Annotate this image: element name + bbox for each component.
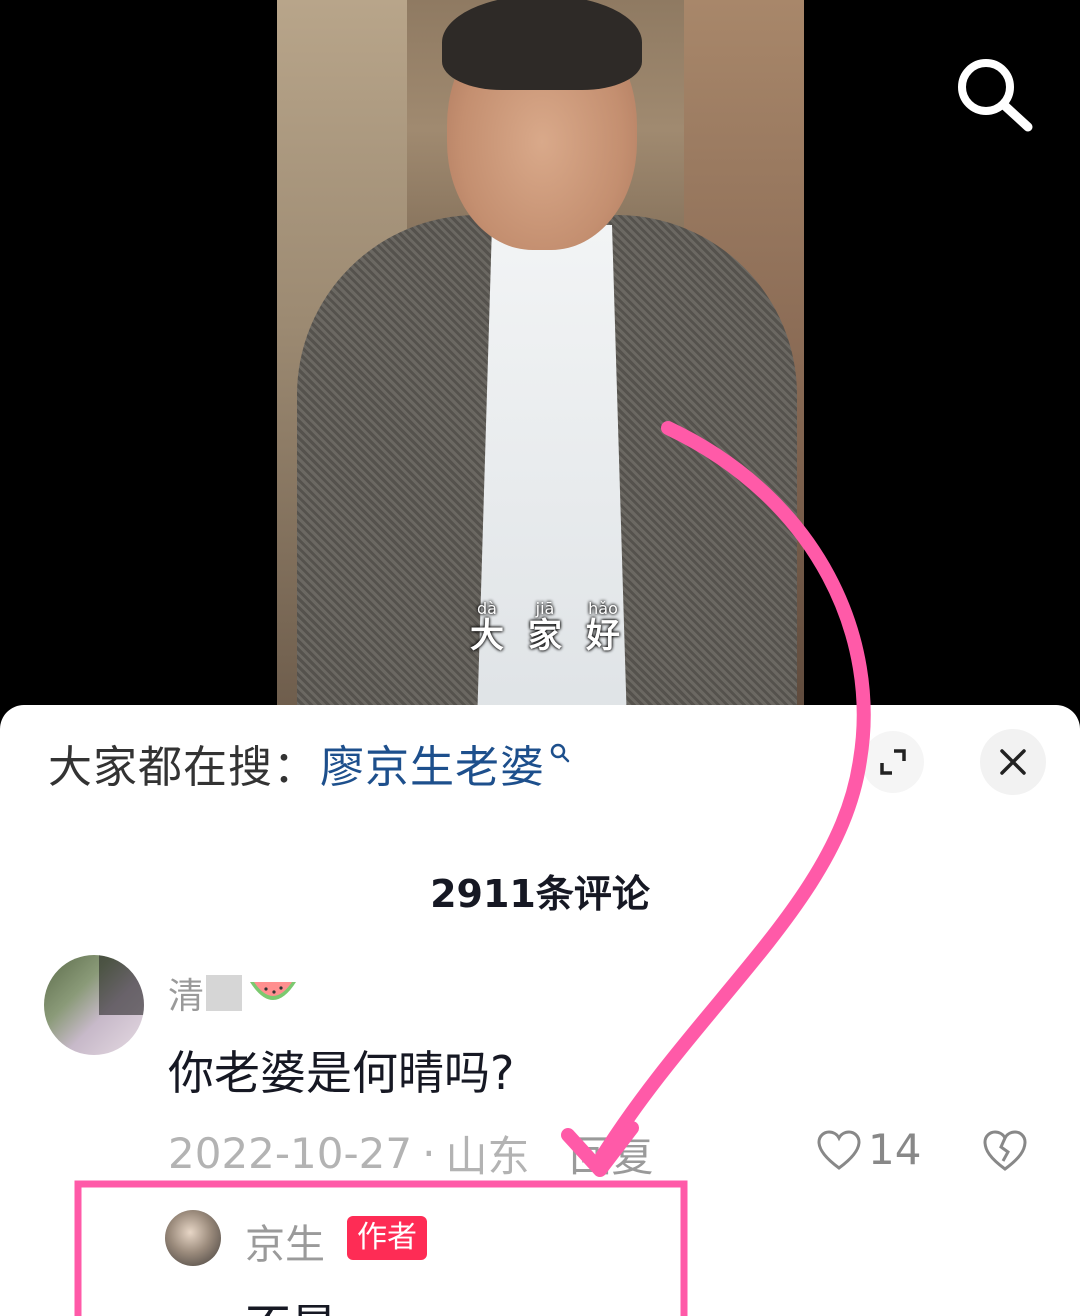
search-icon — [958, 59, 1033, 132]
comment-username-text: 清 — [168, 976, 205, 1017]
subtitle-char: dà 大 — [470, 599, 504, 656]
avatar[interactable] — [165, 1210, 221, 1266]
close-button[interactable] — [980, 729, 1046, 795]
hot-search-prefix: 大家都在搜： — [48, 742, 318, 793]
subtitle-pinyin: jiā — [535, 599, 555, 618]
author-badge: 作者 — [347, 1216, 427, 1260]
close-icon — [1000, 749, 1026, 775]
subtitle-hanzi: 大 — [470, 616, 504, 656]
reply-item: 京生 作者 不是 — [165, 1210, 865, 1316]
avatar[interactable] — [44, 955, 144, 1055]
comment-text: 你老婆是何晴吗? — [168, 1046, 515, 1100]
subtitle-pinyin: hǎo — [588, 599, 618, 618]
reply-username[interactable]: 京生 — [245, 1212, 325, 1270]
subtitle-hanzi: 好 — [586, 616, 620, 656]
comment-sheet: 大家都在搜： 廖京生老婆 2911条评论 清 你老婆是何晴吗? 2022-10-… — [0, 705, 1080, 1316]
hot-search-bar[interactable]: 大家都在搜： 廖京生老婆 — [48, 733, 571, 793]
like-count: 14 — [868, 1125, 922, 1174]
username-redaction — [206, 975, 243, 1011]
heart-icon — [817, 1129, 861, 1170]
video-person-hair — [442, 0, 642, 90]
avatar-mosaic — [99, 955, 144, 1015]
expand-icon — [880, 749, 906, 775]
comment-meta: 2022-10-27 · 山东 回复 — [168, 1123, 653, 1184]
reply-text: 不是 — [245, 1290, 337, 1316]
like-button[interactable]: 14 — [816, 1125, 921, 1174]
comment-location: 山东 — [445, 1132, 530, 1181]
comment-date: 2022-10-27 — [168, 1129, 413, 1178]
hot-search-keyword[interactable]: 廖京生老婆 — [320, 731, 545, 795]
watermelon-icon — [250, 982, 297, 1000]
comment-count: 2911条评论 — [430, 872, 650, 916]
meta-separator: · — [422, 1129, 436, 1178]
search-icon — [550, 743, 570, 763]
expand-button[interactable] — [862, 731, 924, 793]
subtitle-pinyin: dà — [477, 599, 497, 618]
video-player[interactable]: dà 大 jiā 家 hǎo 好 — [0, 0, 1080, 720]
reply-button[interactable]: 回复 — [569, 1123, 653, 1184]
subtitle-char: hǎo 好 — [586, 599, 620, 656]
subtitle-char: jiā 家 — [528, 599, 562, 656]
comment-username[interactable]: 清 — [168, 967, 298, 1019]
video-subtitle: dà 大 jiā 家 hǎo 好 — [470, 599, 620, 656]
search-button[interactable] — [952, 55, 1036, 135]
subtitle-hanzi: 家 — [528, 616, 562, 656]
broken-heart-icon[interactable] — [982, 1127, 1028, 1173]
